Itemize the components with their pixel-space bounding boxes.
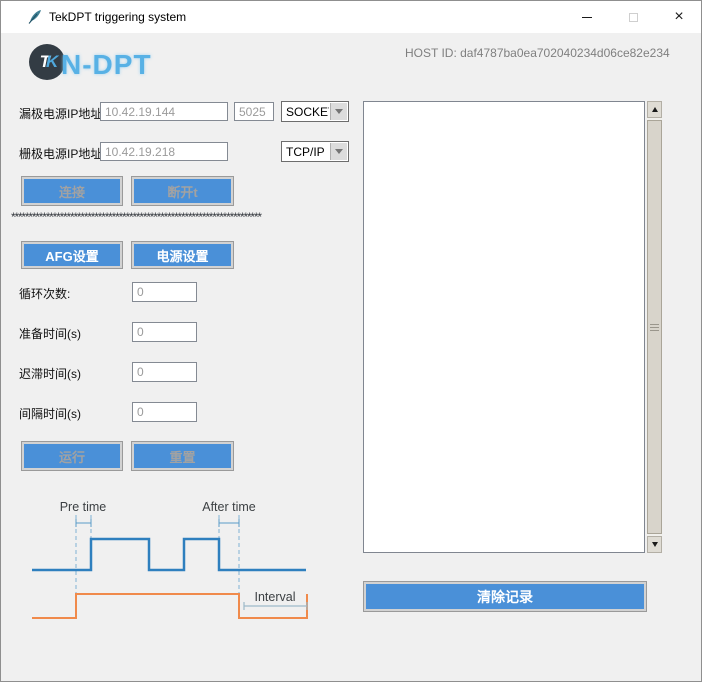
asterisk-separator: ****************************************… — [11, 210, 329, 225]
drain-protocol-dropdown-button[interactable] — [330, 103, 347, 120]
logo-wordmark: N-DPT — [61, 49, 152, 81]
thumb-grip-icon — [650, 327, 659, 328]
timing-diagram: Pre time After time Interval — [13, 493, 348, 633]
gate-protocol-dropdown-button[interactable] — [330, 143, 347, 160]
disconnect-button[interactable]: 断开t — [131, 176, 234, 206]
prepare-time-input[interactable] — [132, 322, 197, 342]
minimize-button[interactable] — [564, 1, 610, 33]
close-button[interactable]: × — [656, 1, 702, 33]
power-settings-button[interactable]: 电源设置 — [131, 241, 234, 269]
interval-time-input[interactable] — [132, 402, 197, 422]
thumb-grip-icon — [650, 330, 659, 331]
logo-badge: T K — [29, 44, 65, 80]
interval-time-label: 间隔时间(s) — [19, 405, 81, 422]
cycle-count-label: 循环次数: — [19, 285, 70, 302]
scrollbar-thumb[interactable] — [647, 120, 662, 534]
delay-time-label: 迟滞时间(s) — [19, 365, 81, 382]
gate-protocol-combobox[interactable]: TCP/IP — [281, 141, 349, 162]
thumb-grip-icon — [650, 324, 659, 325]
interval-label: Interval — [255, 590, 296, 604]
connect-button[interactable]: 连接 — [21, 176, 123, 206]
afg-settings-button[interactable]: AFG设置 — [21, 241, 123, 269]
chevron-down-icon — [335, 109, 343, 114]
drain-protocol-combobox[interactable]: SOCKET — [281, 101, 349, 122]
arrow-up-icon — [652, 107, 658, 112]
title-bar: TekDPT triggering system × — [1, 1, 701, 33]
prepare-time-label: 准备时间(s) — [19, 325, 81, 342]
gate-ip-input[interactable] — [100, 142, 228, 161]
drain-port-input[interactable] — [234, 102, 274, 121]
drain-ip-input[interactable] — [100, 102, 228, 121]
drain-protocol-value: SOCKET — [282, 102, 329, 121]
minimize-icon — [582, 17, 592, 18]
scroll-up-button[interactable] — [647, 101, 662, 118]
chevron-down-icon — [335, 149, 343, 154]
arrow-down-icon — [652, 542, 658, 547]
pulse-waveform — [32, 539, 306, 570]
maximize-button[interactable] — [610, 1, 656, 33]
log-listbox[interactable] — [363, 101, 645, 553]
host-id-label: HOST ID: daf4787ba0ea702040234d06ce82e23… — [405, 46, 670, 60]
cycle-count-input[interactable] — [132, 282, 197, 302]
tk-feather-icon — [27, 9, 43, 25]
delay-time-input[interactable] — [132, 362, 197, 382]
app-window: TekDPT triggering system × T K N-DPT HOS… — [0, 0, 702, 682]
after-time-bracket — [219, 519, 239, 527]
scroll-down-button[interactable] — [647, 536, 662, 553]
logo-letter-k: K — [46, 52, 54, 72]
clear-log-button[interactable]: 清除记录 — [363, 581, 647, 612]
window-title: TekDPT triggering system — [49, 1, 186, 33]
maximize-icon — [629, 13, 638, 22]
pre-time-label: Pre time — [60, 500, 107, 514]
run-button[interactable]: 运行 — [21, 441, 123, 471]
close-icon: × — [674, 9, 683, 25]
reset-button[interactable]: 重置 — [131, 441, 234, 471]
gate-protocol-value: TCP/IP — [282, 142, 329, 161]
log-scrollbar[interactable] — [647, 101, 662, 553]
pre-time-bracket — [76, 519, 91, 527]
after-time-label: After time — [202, 500, 256, 514]
